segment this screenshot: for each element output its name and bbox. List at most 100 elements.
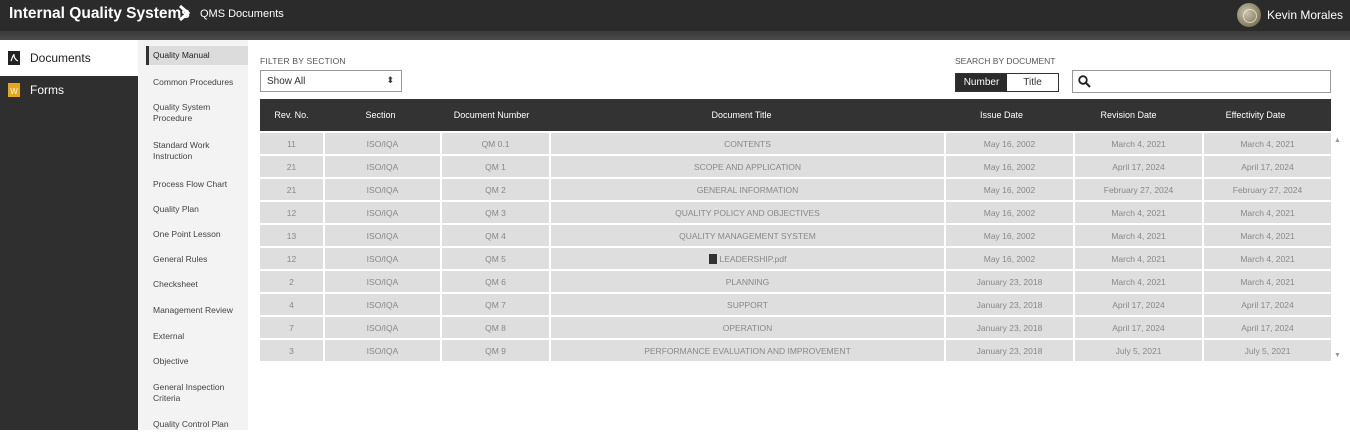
cell-text: March 4, 2021 <box>1240 253 1295 264</box>
subnav-item-quality-control-plan[interactable]: Quality Control Plan <box>146 415 248 433</box>
cell-text: May 16, 2002 <box>983 207 1036 218</box>
column-header-effectivity-date[interactable]: Effectivity Date <box>1192 99 1319 131</box>
column-header-document-title[interactable]: Document Title <box>545 99 938 131</box>
cell-text: January 23, 2018 <box>976 345 1043 356</box>
search-mode-number-button[interactable]: Number <box>956 74 1007 91</box>
cell-text: April 17, 2024 <box>1241 161 1294 172</box>
cell-text: 12 <box>286 253 297 264</box>
cell-section: ISO/IQA <box>325 317 440 338</box>
cell-section: ISO/IQA <box>325 340 440 361</box>
subnav-item-general-rules[interactable]: General Rules <box>146 250 248 268</box>
cell-effectivity-date: April 17, 2024 <box>1204 156 1331 177</box>
cell-text: February 27, 2024 <box>1232 184 1303 195</box>
cell-text: QM 5 <box>485 253 506 264</box>
cell-document-title[interactable]: GENERAL INFORMATION <box>551 179 944 200</box>
cell-issue-date: May 16, 2002 <box>946 248 1073 269</box>
cell-document-number: QM 3 <box>442 202 549 223</box>
cell-text: QM 6 <box>485 276 506 287</box>
table-row[interactable]: 13 ISO/IQA QM 4 QUALITY MANAGEMENT SYSTEM Ma… <box>260 225 1331 246</box>
sidebar-item-forms[interactable]: W Forms <box>0 72 138 108</box>
avatar <box>1236 3 1261 27</box>
cell-document-title[interactable]: QUALITY POLICY AND OBJECTIVES <box>551 202 944 223</box>
cell-effectivity-date: July 5, 2021 <box>1204 340 1331 361</box>
subnav-item-management-review[interactable]: Management Review <box>146 301 248 319</box>
search-label: SEARCH BY DOCUMENT <box>955 56 1056 66</box>
cell-document-number: QM 7 <box>442 294 549 315</box>
subnav-item-checksheet[interactable]: Checksheet <box>146 275 248 293</box>
cell-text: LEADERSHIP.pdf <box>719 253 787 264</box>
table-row[interactable]: 4 ISO/IQA QM 7 SUPPORT January 23, 2018 April… <box>260 294 1331 315</box>
cell-text: January 23, 2018 <box>976 322 1043 333</box>
cell-document-title[interactable]: LEADERSHIP.pdf <box>551 248 944 269</box>
cell-document-number: QM 5 <box>442 248 549 269</box>
subnav-item-quality-manual[interactable]: Quality Manual <box>146 46 248 65</box>
cell-effectivity-date: March 4, 2021 <box>1204 225 1331 246</box>
cell-text: March 4, 2021 <box>1240 138 1295 149</box>
cell-document-number: QM 4 <box>442 225 549 246</box>
column-header-section[interactable]: Section <box>323 99 438 131</box>
cell-text: March 4, 2021 <box>1111 230 1166 241</box>
cell-text: March 4, 2021 <box>1111 276 1166 287</box>
table-row[interactable]: 11 ISO/IQA QM 0.1 CONTENTS May 16, 2002 March… <box>260 133 1331 154</box>
scroll-up-icon[interactable]: ▲ <box>1334 137 1341 144</box>
section-subnav: Quality Manual Common Procedures Quality… <box>138 40 248 430</box>
subnav-item-process-flow-chart[interactable]: Process Flow Chart <box>146 175 248 193</box>
breadcrumb[interactable]: QMS Documents <box>200 8 284 20</box>
subnav-item-objective[interactable]: Objective <box>146 352 248 370</box>
document-table-body: 11 ISO/IQA QM 0.1 CONTENTS May 16, 2002 March… <box>260 133 1331 363</box>
cell-text: 13 <box>286 230 297 241</box>
sidebar-item-documents[interactable]: Documents <box>0 40 138 76</box>
cell-rev-no: 11 <box>260 133 323 154</box>
subnav-item-standard-work-instruction[interactable]: Standard Work Instruction <box>146 137 248 165</box>
cell-document-title[interactable]: QUALITY MANAGEMENT SYSTEM <box>551 225 944 246</box>
user-menu[interactable]: Kevin Morales <box>1236 3 1343 27</box>
table-row[interactable]: 21 ISO/IQA QM 1 SCOPE AND APPLICATION May 16… <box>260 156 1331 177</box>
table-row[interactable]: 2 ISO/IQA QM 6 PLANNING January 23, 2018 Marc… <box>260 271 1331 292</box>
cell-rev-no: 13 <box>260 225 323 246</box>
table-row[interactable]: 12 ISO/IQA QM 3 QUALITY POLICY AND OBJECTIV… <box>260 202 1331 223</box>
cell-document-title[interactable]: SCOPE AND APPLICATION <box>551 156 944 177</box>
cell-text: January 23, 2018 <box>976 299 1043 310</box>
cell-text: April 17, 2024 <box>1112 322 1165 333</box>
subnav-item-one-point-lesson[interactable]: One Point Lesson <box>146 225 248 243</box>
cell-text: May 16, 2002 <box>983 253 1036 264</box>
cell-text: 7 <box>289 322 294 333</box>
cell-text: QM 3 <box>485 207 506 218</box>
cell-text: QM 0.1 <box>481 138 510 149</box>
scroll-down-icon[interactable]: ▼ <box>1334 352 1341 359</box>
table-row[interactable]: 3 ISO/IQA QM 9 PERFORMANCE EVALUATION AND I… <box>260 340 1331 361</box>
cell-text: ISO/IQA <box>366 253 399 264</box>
table-row[interactable]: 7 ISO/IQA QM 8 OPERATION January 23, 2018 Apr… <box>260 317 1331 338</box>
column-header-document-number[interactable]: Document Number <box>438 99 545 131</box>
subnav-item-general-inspection-criteria[interactable]: General Inspection Criteria <box>146 379 248 407</box>
app-title[interactable]: Internal Quality Systems <box>9 5 190 23</box>
cell-document-title[interactable]: SUPPORT <box>551 294 944 315</box>
cell-issue-date: May 16, 2002 <box>946 133 1073 154</box>
cell-text: May 16, 2002 <box>983 161 1036 172</box>
subnav-item-external[interactable]: External <box>146 327 248 345</box>
subnav-item-common-procedures[interactable]: Common Procedures <box>146 73 248 91</box>
cell-revision-date: July 5, 2021 <box>1075 340 1202 361</box>
column-header-rev-no[interactable]: Rev. No. <box>260 99 323 131</box>
search-mode-title-button[interactable]: Title <box>1007 74 1058 91</box>
cell-rev-no: 21 <box>260 179 323 200</box>
cell-document-title[interactable]: OPERATION <box>551 317 944 338</box>
subnav-item-quality-system-procedure[interactable]: Quality System Procedure <box>146 99 248 127</box>
cell-text: 3 <box>289 345 294 356</box>
section-select[interactable]: Show All ⬍ <box>260 70 402 92</box>
table-row[interactable]: 21 ISO/IQA QM 2 GENERAL INFORMATION May 16, … <box>260 179 1331 200</box>
cell-revision-date: March 4, 2021 <box>1075 271 1202 292</box>
column-header-revision-date[interactable]: Revision Date <box>1065 99 1192 131</box>
column-header-issue-date[interactable]: Issue Date <box>938 99 1065 131</box>
table-row[interactable]: 12 ISO/IQA QM 5 LEADERSHIP.pdf May 16, 2002 M… <box>260 248 1331 269</box>
search-input[interactable] <box>1072 70 1331 93</box>
section-select-value: Show All <box>267 76 306 87</box>
subnav-item-quality-plan[interactable]: Quality Plan <box>146 200 248 218</box>
cell-document-title[interactable]: PLANNING <box>551 271 944 292</box>
cell-document-title[interactable]: PERFORMANCE EVALUATION AND IMPROVEMENT <box>551 340 944 361</box>
cell-text: ISO/IQA <box>366 299 399 310</box>
cell-document-title[interactable]: CONTENTS <box>551 133 944 154</box>
cell-text: PERFORMANCE EVALUATION AND IMPROVEMENT <box>644 345 851 356</box>
cell-text: ISO/IQA <box>366 184 399 195</box>
cell-text: ISO/IQA <box>366 322 399 333</box>
